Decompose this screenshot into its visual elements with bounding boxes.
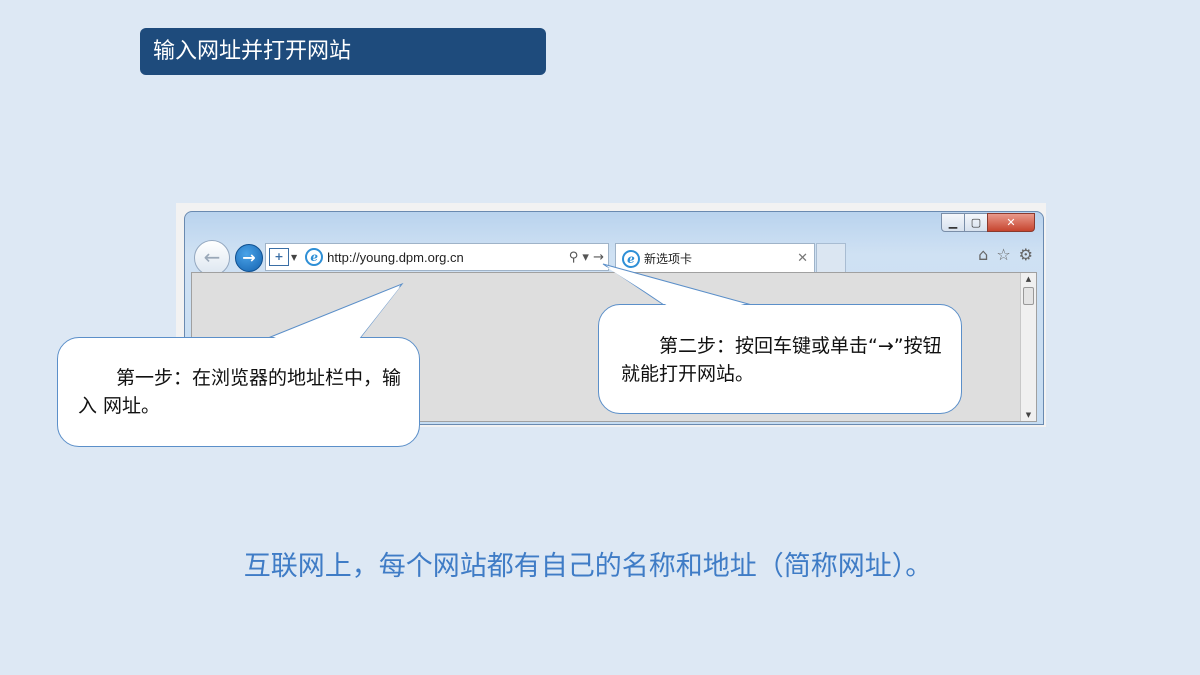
callout-step1-pointer-fill [271, 287, 400, 339]
callout-step2-pointer-fill [606, 267, 748, 306]
bottom-caption: 互联网上，每个网站都有自己的名称和地址（简称网址）。 [243, 551, 933, 582]
